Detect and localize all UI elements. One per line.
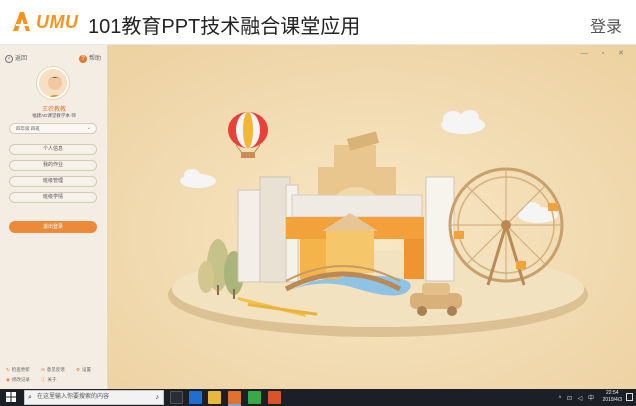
app-window: UMU 101教育PPT技术融合课堂应用 登录 — ▫ ✕ ‹ 返回 ? 帮助 …	[0, 0, 636, 406]
feedback-link[interactable]: ✉ 意见反馈	[41, 367, 65, 373]
window-controls[interactable]: — ▫ ✕	[581, 49, 630, 57]
user-side-panel: ‹ 返回 ? 帮助 王农教教 福建AD课堂教学本·师 四年级 四班 ⌄ 个人信息 我…	[0, 45, 108, 389]
back-button[interactable]: ‹ 返回	[5, 53, 27, 63]
ppt-app-icon[interactable]	[228, 391, 241, 404]
user-school: 福建AD课堂教学本·师	[32, 113, 76, 118]
search-placeholder: 在这里输入你要搜索的内容	[37, 394, 110, 400]
gear-icon: ⚙	[76, 367, 81, 372]
recorder-icon[interactable]	[268, 391, 281, 404]
refresh-icon: ↻	[6, 367, 10, 372]
notification-icon[interactable]	[626, 393, 633, 401]
system-tray[interactable]: ^ ⊡ ◁ 中	[559, 393, 596, 402]
avatar-person-icon	[39, 69, 67, 97]
help-label: 帮助	[88, 56, 101, 62]
windows-start-icon[interactable]	[6, 392, 16, 402]
settings-label: 设置	[82, 367, 92, 372]
login-button[interactable]: 登录	[590, 13, 622, 37]
page-title: 101教育PPT技术融合课堂应用	[88, 16, 361, 38]
clock-date: 2019/4/3	[602, 397, 622, 403]
search-icon: ⌕	[28, 394, 32, 401]
settings-link[interactable]: ⚙ 设置	[76, 367, 91, 373]
help-button[interactable]: ? 帮助	[78, 53, 101, 63]
feedback-icon: ✉	[41, 367, 45, 372]
scene-illustration	[108, 45, 636, 389]
about-label: 关于	[47, 377, 57, 382]
clock-time: 22:54	[606, 390, 619, 396]
menu-item-my-homework[interactable]: 我的作业	[9, 160, 97, 171]
camtasia-icon[interactable]	[248, 391, 261, 404]
top-header: UMU 101教育PPT技术融合课堂应用 登录	[0, 0, 636, 45]
back-label: 返回	[15, 56, 28, 62]
app-screen: — ▫ ✕ ‹返回 ?帮助 王农教教 福建AD课堂教学本·师 四年级 四班	[0, 45, 636, 389]
about-link[interactable]: ⓘ 关于	[41, 377, 57, 383]
class-select[interactable]: 四年级 四班 ⌄	[9, 123, 97, 134]
check-update-link[interactable]: ↻ 检查更新	[6, 367, 30, 373]
menu-item-class-manage[interactable]: 班级管理	[9, 176, 97, 187]
explorer-icon[interactable]	[208, 391, 221, 404]
menu-item-class-stats[interactable]: 班级学情	[9, 192, 97, 203]
record-link[interactable]: ◉ 修改记录	[6, 377, 30, 383]
class-select-value: 四年级 四班	[16, 126, 40, 131]
umu-logo[interactable]: UMU	[10, 9, 78, 35]
back-arrow-icon: ‹	[5, 55, 13, 63]
record-label: 修改记录	[11, 377, 30, 382]
umu-logo-icon	[13, 12, 30, 31]
task-view-icon[interactable]	[170, 391, 183, 404]
microphone-icon: ♪	[155, 394, 160, 401]
taskbar-search-input[interactable]: ⌕ 在这里输入你要搜索的内容 ♪	[24, 390, 164, 405]
info-icon: ⓘ	[41, 377, 46, 382]
menu-item-personal-info[interactable]: 个人信息	[9, 144, 97, 155]
check-update-label: 检查更新	[11, 367, 30, 372]
edge-icon[interactable]	[189, 391, 202, 404]
chevron-down-icon: ⌄	[86, 125, 91, 131]
feedback-label: 意见反馈	[46, 367, 65, 372]
logout-button[interactable]: 退出登录	[9, 221, 97, 233]
help-icon: ?	[78, 55, 87, 63]
user-name: 王农教教	[41, 107, 66, 113]
windows-taskbar: ⌕ 在这里输入你要搜索的内容 ♪ ^ ⊡ ◁ 中 22:54 2019/4/3	[0, 389, 636, 406]
avatar[interactable]	[37, 67, 69, 99]
logo-text: UMU	[36, 12, 79, 32]
record-icon: ◉	[6, 377, 10, 382]
taskbar-clock[interactable]: 22:54 2019/4/3	[603, 390, 622, 404]
